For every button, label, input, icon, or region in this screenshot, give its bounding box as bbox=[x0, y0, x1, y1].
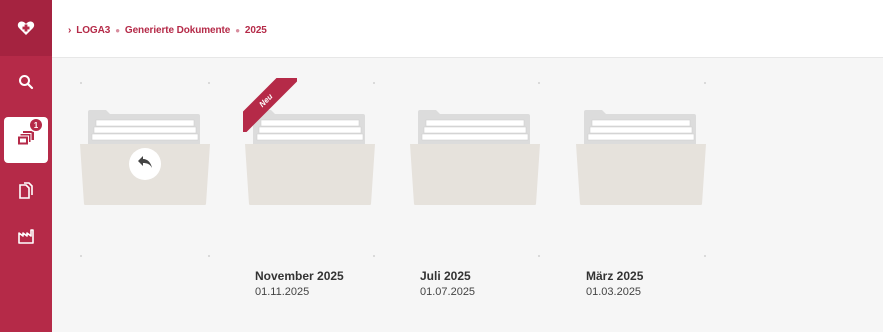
grid-dot bbox=[538, 255, 540, 257]
breadcrumb-separator: ● bbox=[235, 26, 240, 35]
factory-icon bbox=[18, 228, 34, 249]
grid-dot bbox=[208, 82, 210, 84]
breadcrumb-separator: ● bbox=[115, 26, 120, 35]
breadcrumb-item-loga3[interactable]: LOGA3 bbox=[76, 25, 110, 36]
new-ribbon-label: Neu bbox=[243, 78, 297, 132]
heart-cross-logo[interactable] bbox=[0, 0, 52, 56]
breadcrumb: › LOGA3 ● Generierte Dokumente ● 2025 bbox=[68, 25, 267, 36]
folder-juli-2025[interactable]: Juli 2025 01.07.2025 bbox=[410, 82, 540, 298]
sidebar-item-search[interactable] bbox=[0, 61, 52, 107]
grid-dot bbox=[704, 255, 706, 257]
sidebar-item-documents[interactable]: 1 bbox=[4, 117, 48, 163]
new-ribbon: Neu bbox=[243, 78, 297, 132]
chevron-right-icon: › bbox=[68, 25, 72, 36]
folder-date: 01.11.2025 bbox=[255, 286, 310, 298]
back-arrow-icon bbox=[137, 155, 153, 174]
grid-dot bbox=[538, 82, 540, 84]
top-bar: › LOGA3 ● Generierte Dokumente ● 2025 bbox=[52, 0, 883, 58]
folder-date: 01.07.2025 bbox=[420, 286, 476, 298]
breadcrumb-item-2025[interactable]: 2025 bbox=[245, 25, 267, 36]
search-icon bbox=[18, 74, 34, 95]
grid-dot bbox=[208, 255, 210, 257]
folder-november-2025[interactable]: Neu November 2025 01.11.2025 bbox=[243, 78, 375, 298]
folder-title: Juli 2025 bbox=[420, 269, 471, 283]
notification-badge: 1 bbox=[30, 119, 42, 131]
grid-dot bbox=[373, 82, 375, 84]
grid-dot bbox=[80, 255, 82, 257]
sidebar: 1 bbox=[0, 0, 52, 332]
folder-icon bbox=[576, 110, 706, 205]
copy-icon bbox=[18, 181, 34, 205]
back-folder[interactable] bbox=[80, 82, 210, 257]
sidebar-item-factory[interactable] bbox=[0, 215, 52, 261]
folder-icon bbox=[410, 110, 540, 205]
breadcrumb-item-generierte-dokumente[interactable]: Generierte Dokumente bbox=[125, 25, 230, 36]
grid-dot bbox=[704, 82, 706, 84]
sidebar-item-copies[interactable] bbox=[0, 170, 52, 216]
folder-title: November 2025 bbox=[255, 269, 344, 283]
back-button[interactable] bbox=[129, 148, 161, 180]
grid-dot bbox=[373, 255, 375, 257]
folder-maerz-2025[interactable]: März 2025 01.03.2025 bbox=[576, 82, 706, 298]
document-stack-icon bbox=[17, 130, 35, 151]
folder-title: März 2025 bbox=[586, 269, 644, 283]
grid-dot bbox=[80, 82, 82, 84]
folder-date: 01.03.2025 bbox=[586, 286, 642, 298]
